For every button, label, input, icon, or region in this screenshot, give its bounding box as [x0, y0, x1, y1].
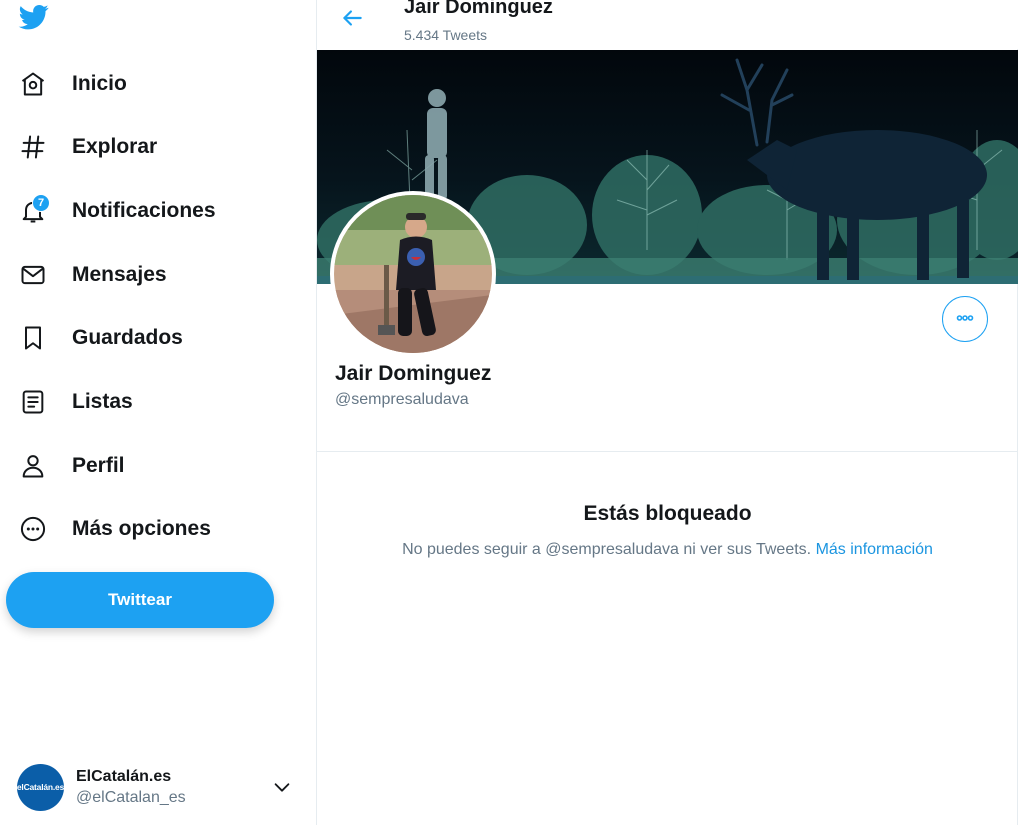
sidebar: Inicio Explorar 7 Notificaciones Mensaje… — [0, 0, 317, 825]
sidebar-item-notificaciones[interactable]: 7 Notificaciones — [17, 189, 216, 233]
sidebar-item-mensajes[interactable]: Mensajes — [17, 253, 167, 297]
sidebar-item-inicio[interactable]: Inicio — [17, 62, 127, 106]
sidebar-item-perfil[interactable]: Perfil — [17, 444, 125, 488]
header-title: Jair Dominguez — [404, 0, 553, 18]
list-icon — [17, 386, 49, 418]
sidebar-item-mas-opciones[interactable]: Más opciones — [17, 507, 211, 551]
blocked-message: No puedes seguir a @sempresaludava ni ve… — [317, 541, 1018, 559]
sidebar-item-label: Mensajes — [72, 263, 167, 286]
account-switcher[interactable]: elCatalán.es ElCatalán.es @elCatalan_es — [17, 760, 307, 814]
sidebar-item-label: Guardados — [72, 326, 183, 349]
bell-icon: 7 — [17, 194, 50, 227]
more-circle-icon — [17, 513, 49, 545]
main-column: Jair Dominguez 5.434 Tweets Jair Domingu… — [317, 0, 1018, 825]
account-name: ElCatalán.es — [76, 767, 172, 785]
sidebar-item-label: Listas — [72, 390, 133, 413]
tweet-count: 5.434 Tweets — [404, 27, 488, 43]
more-info-link[interactable]: Más información — [816, 541, 933, 558]
sidebar-item-label: Explorar — [72, 135, 158, 158]
profile-header-bar: Jair Dominguez 5.434 Tweets — [317, 0, 1018, 49]
hashtag-icon — [17, 131, 49, 163]
sidebar-item-label: Notificaciones — [72, 199, 216, 222]
divider — [317, 451, 1018, 452]
avatar: elCatalán.es — [17, 763, 64, 811]
notification-badge: 7 — [32, 194, 50, 212]
bookmark-icon — [17, 322, 49, 354]
envelope-icon — [17, 259, 49, 291]
chevron-down-icon[interactable] — [271, 776, 293, 798]
profile-handle: @sempresaludava — [335, 391, 469, 408]
blocked-message-text: No puedes seguir a @sempresaludava ni ve… — [402, 541, 816, 558]
profile-avatar[interactable] — [330, 191, 496, 357]
profile-name: Jair Dominguez — [335, 362, 492, 385]
twitter-bird-icon[interactable] — [17, 2, 51, 32]
sidebar-item-label: Más opciones — [72, 517, 211, 540]
sidebar-item-guardados[interactable]: Guardados — [17, 316, 183, 360]
home-icon — [17, 68, 49, 100]
back-arrow-icon[interactable] — [339, 5, 365, 31]
more-options-button[interactable] — [942, 296, 988, 342]
ellipsis-icon — [953, 306, 977, 333]
person-icon — [17, 450, 49, 482]
sidebar-item-explorar[interactable]: Explorar — [17, 125, 157, 169]
tweet-button[interactable]: Twittear — [6, 572, 274, 628]
sidebar-item-label: Inicio — [72, 72, 127, 95]
blocked-title: Estás bloqueado — [583, 502, 752, 525]
account-info: ElCatalán.es @elCatalan_es — [76, 768, 186, 807]
sidebar-item-label: Perfil — [72, 454, 125, 477]
sidebar-item-listas[interactable]: Listas — [17, 380, 133, 424]
account-handle: @elCatalan_es — [76, 788, 186, 806]
